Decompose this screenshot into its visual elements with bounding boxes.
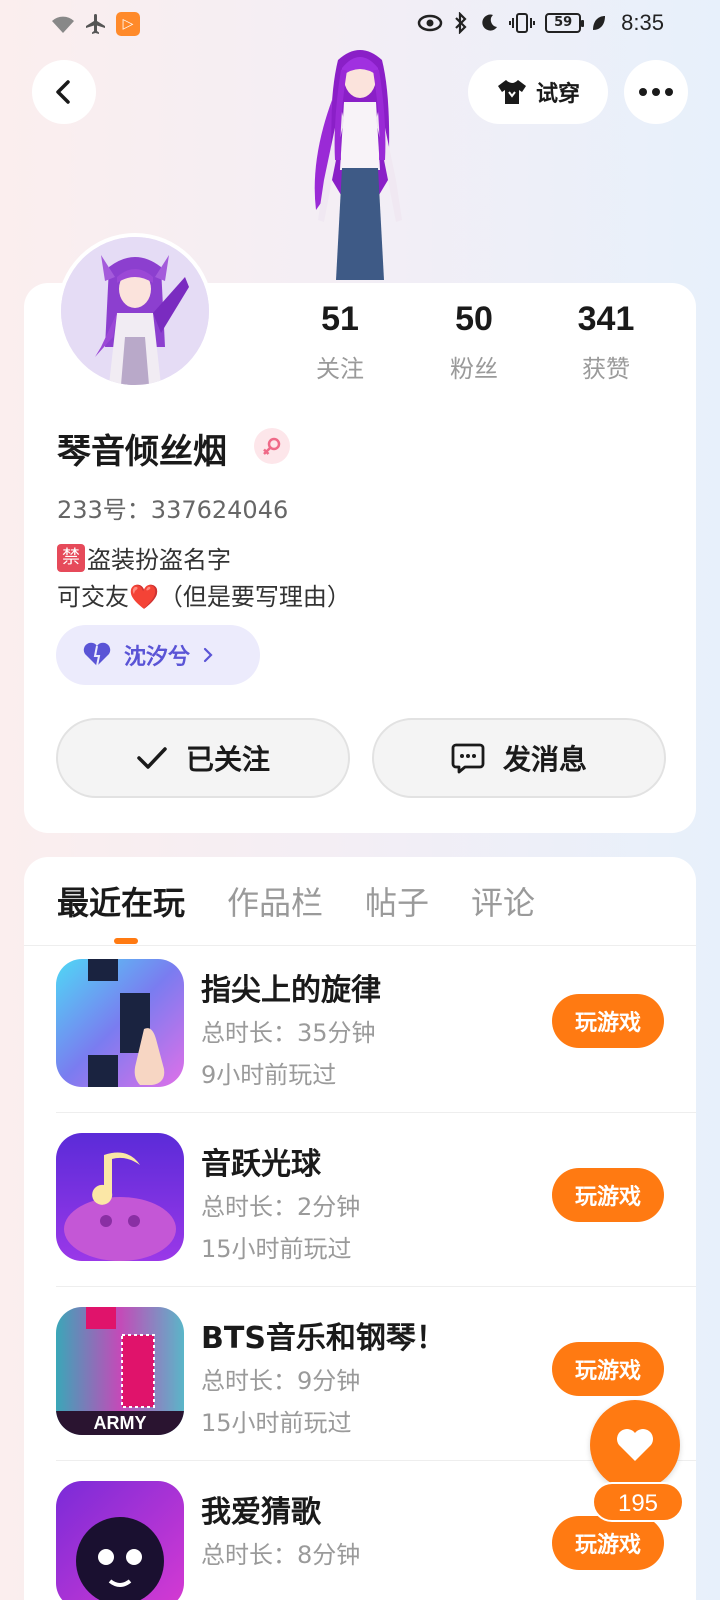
game-title: BTS音乐和钢琴！ xyxy=(201,1321,446,1356)
game-icon-piano-tiles xyxy=(56,959,184,1087)
back-button[interactable] xyxy=(32,60,96,124)
game-row[interactable]: 指尖上的旋律 总时长：35分钟 9小时前玩过 玩游戏 xyxy=(56,937,696,1113)
forbidden-badge-icon: 禁 xyxy=(57,543,85,572)
avatar[interactable] xyxy=(57,233,213,389)
airplane-icon xyxy=(86,14,105,34)
character-model xyxy=(314,50,402,280)
follow-label: 已关注 xyxy=(185,743,270,776)
tab-recently-played[interactable]: 最近在玩 xyxy=(57,878,185,924)
more-options-button[interactable] xyxy=(624,60,688,124)
wifi-icon xyxy=(52,16,74,33)
chevron-right-icon xyxy=(203,647,213,663)
like-button[interactable] xyxy=(590,1400,680,1490)
follow-button[interactable]: 已关注 xyxy=(56,718,350,798)
stat-likes-label: 获赞 xyxy=(582,355,630,383)
heart-icon xyxy=(83,642,111,667)
stat-following-label: 关注 xyxy=(316,355,364,383)
game-icon-music-ball xyxy=(56,1133,184,1261)
battery-icon: 59 xyxy=(545,13,585,33)
checkmark-icon xyxy=(137,747,167,769)
stat-likes[interactable]: 341 获赞 xyxy=(546,300,666,384)
user-id: 233号：337624046 xyxy=(57,496,289,524)
eye-icon xyxy=(417,14,443,32)
bio-line-1-text: 盗装扮盗名字 xyxy=(87,546,231,574)
leaf-icon xyxy=(593,16,606,30)
app-notification-icon: ▷ xyxy=(116,12,140,36)
tab-posts[interactable]: 帖子 xyxy=(365,878,429,924)
play-game-button[interactable]: 玩游戏 xyxy=(552,1516,664,1570)
cp-link[interactable]: 沈汐兮 xyxy=(56,625,260,685)
game-duration: 总时长：8分钟 xyxy=(201,1541,361,1569)
message-button[interactable]: 发消息 xyxy=(372,718,666,798)
profile-tabs: 最近在玩 作品栏 帖子 评论 xyxy=(57,878,535,924)
game-title: 音跃光球 xyxy=(201,1147,321,1182)
game-icon-text: ARMY xyxy=(94,1413,147,1433)
message-label: 发消息 xyxy=(502,743,587,776)
game-duration: 总时长：35分钟 xyxy=(201,1019,376,1047)
tshirt-icon xyxy=(497,80,526,104)
stat-following-value: 51 xyxy=(321,300,359,338)
game-duration: 总时长：2分钟 xyxy=(201,1193,361,1221)
game-row[interactable]: 我爱猜歌 总时长：8分钟 玩游戏 xyxy=(56,1459,696,1600)
tab-works[interactable]: 作品栏 xyxy=(227,878,323,924)
game-icon-guess-song xyxy=(56,1481,184,1600)
cp-name: 沈汐兮 xyxy=(124,645,191,670)
stat-followers-label: 粉丝 xyxy=(450,355,498,383)
stat-followers[interactable]: 50 粉丝 xyxy=(414,300,534,384)
chat-bubble-icon xyxy=(451,743,485,774)
play-game-button[interactable]: 玩游戏 xyxy=(552,1342,664,1396)
more-dots-icon xyxy=(639,88,673,96)
username: 琴音倾丝烟 xyxy=(57,432,227,472)
play-game-button[interactable]: 玩游戏 xyxy=(552,1168,664,1222)
game-title: 指尖上的旋律 xyxy=(201,973,381,1008)
avatar-image xyxy=(61,237,209,385)
game-title: 我爱猜歌 xyxy=(201,1495,321,1530)
stat-likes-value: 341 xyxy=(577,300,635,338)
bluetooth-icon xyxy=(455,12,467,34)
status-left-icons: ▷ xyxy=(50,12,140,36)
bio-line-1: 禁 盗装扮盗名字 xyxy=(57,540,231,575)
game-last-played: 15小时前玩过 xyxy=(201,1235,352,1263)
moon-icon xyxy=(482,14,498,31)
female-gender-icon xyxy=(254,428,290,464)
chevron-left-icon xyxy=(56,80,70,104)
heart-icon xyxy=(617,1429,653,1461)
game-icon-bts-piano: ARMY xyxy=(56,1307,184,1435)
clock: 8:35 xyxy=(621,10,664,35)
stat-following[interactable]: 51 关注 xyxy=(280,300,400,384)
tab-comments[interactable]: 评论 xyxy=(471,878,535,924)
try-on-label: 试穿 xyxy=(535,82,580,107)
game-last-played: 9小时前玩过 xyxy=(201,1061,337,1089)
status-right-icons: 59 8:35 xyxy=(417,10,664,36)
vibrate-icon xyxy=(509,13,536,33)
game-last-played: 15小时前玩过 xyxy=(201,1409,352,1437)
game-duration: 总时长：9分钟 xyxy=(201,1367,361,1395)
game-row[interactable]: 音跃光球 总时长：2分钟 15小时前玩过 玩游戏 xyxy=(56,1111,696,1287)
play-game-button[interactable]: 玩游戏 xyxy=(552,994,664,1048)
stat-followers-value: 50 xyxy=(455,300,493,338)
bio-line-2: 可交友❤️（但是要写理由） xyxy=(57,583,351,611)
like-count: 195 xyxy=(592,1482,684,1522)
try-on-button[interactable]: 试穿 xyxy=(468,60,608,124)
